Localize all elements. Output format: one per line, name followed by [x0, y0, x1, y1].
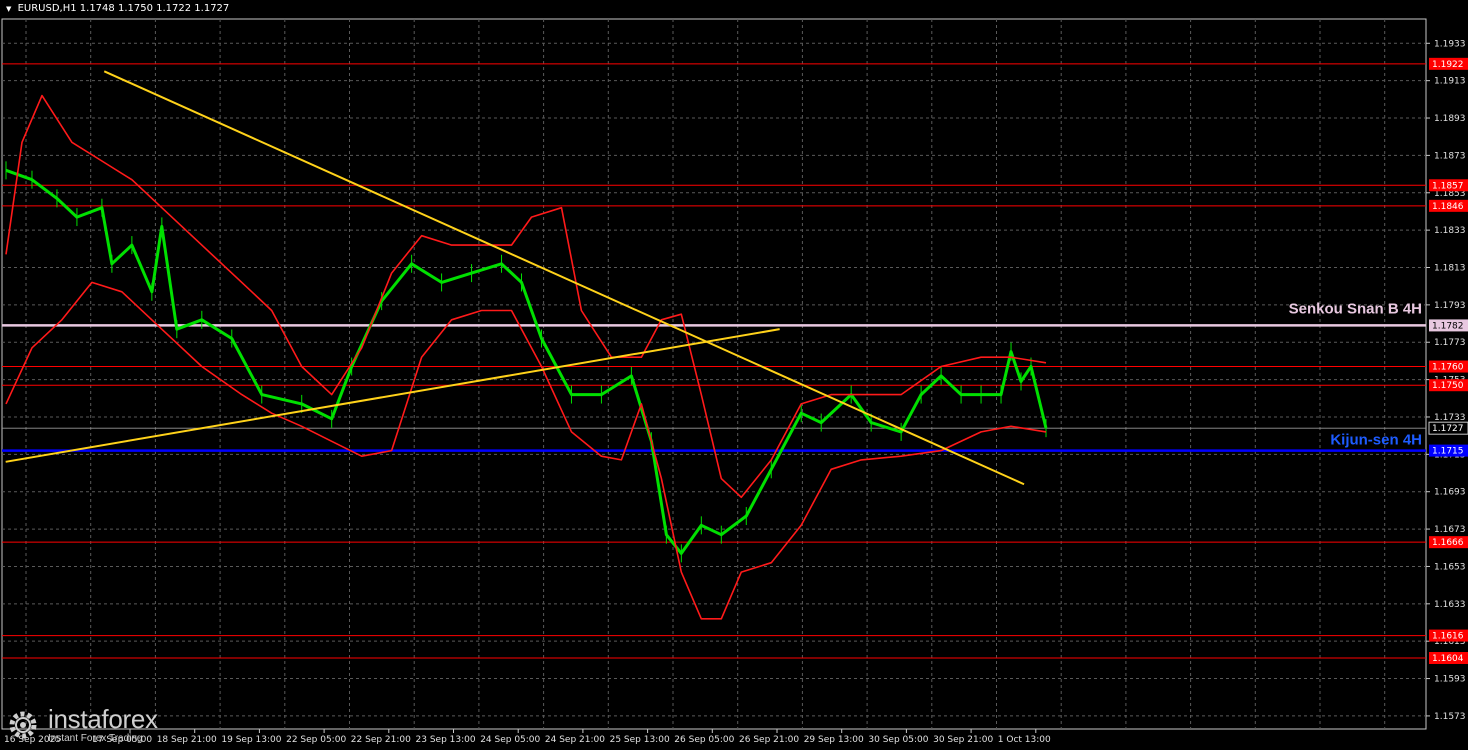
y-tick-label: 1.1733 [1434, 413, 1466, 423]
level-tag-label: 1.1616 [1432, 632, 1464, 642]
x-tick-label: 22 Sep 21:00 [351, 735, 411, 745]
x-tick-label: 22 Sep 05:00 [286, 735, 346, 745]
watermark-tagline: Instant Forex Trading [48, 733, 143, 744]
level-name: Senkou Snan B 4H [1289, 300, 1422, 317]
trendline [5, 328, 780, 463]
level-tag-label: 1.1782 [1432, 321, 1464, 331]
x-tick-label: 25 Sep 13:00 [610, 735, 670, 745]
y-tick-label: 1.1813 [1434, 264, 1466, 274]
y-tick-label: 1.1833 [1434, 226, 1466, 236]
x-tick-label: 26 Sep 05:00 [674, 735, 734, 745]
level-name: Kijun-sen 4H [1330, 432, 1422, 449]
gear-icon [9, 711, 37, 739]
horizontal-levels [2, 63, 1426, 659]
ohlc-values: 1.1748 1.1750 1.1722 1.1727 [79, 3, 230, 14]
price-chart[interactable]: 1.19331.19131.18931.18731.18531.18331.18… [0, 0, 1468, 750]
y-tick-label: 1.1673 [1434, 525, 1466, 535]
level-tag-label: 1.1922 [1432, 60, 1464, 70]
x-tick-label: 24 Sep 05:00 [480, 735, 540, 745]
y-tick-label: 1.1653 [1434, 562, 1466, 572]
level-tag-label: 1.1715 [1432, 447, 1464, 457]
y-tick-label: 1.1933 [1434, 39, 1466, 49]
level-tags: 1.1922 1.1857 1.1846 1.1782 Senkou Snan B 4H… [1289, 57, 1468, 664]
y-tick-label: 1.1633 [1434, 600, 1466, 610]
level-tag-label: 1.1604 [1432, 654, 1464, 664]
symbol-label: EURUSD,H1 [17, 3, 77, 14]
x-tick-label: 29 Sep 13:00 [804, 735, 864, 745]
x-tick-label: 30 Sep 05:00 [868, 735, 928, 745]
level-tag-label: 1.1666 [1432, 538, 1464, 548]
y-tick-label: 1.1873 [1434, 151, 1466, 161]
y-tick-label: 1.1773 [1434, 338, 1466, 348]
level-tag-label: 1.1846 [1432, 202, 1464, 212]
x-tick-label: 24 Sep 21:00 [545, 735, 605, 745]
plot-frame [1, 18, 1427, 730]
x-tick-label: 19 Sep 13:00 [221, 735, 281, 745]
y-tick-label: 1.1693 [1434, 488, 1466, 498]
y-tick-label: 1.1893 [1434, 114, 1466, 124]
watermark: instaforex Instant Forex Trading [4, 704, 180, 746]
trendline [103, 70, 1025, 486]
indicator-lines [5, 94, 1048, 620]
x-tick-label: 23 Sep 13:00 [416, 735, 476, 745]
watermark-brand: instaforex [48, 704, 158, 734]
level-tag-label: 1.1760 [1432, 363, 1464, 373]
chart-header: ▼ EURUSD,H1 1.1748 1.1750 1.1722 1.1727 [6, 3, 229, 14]
x-tick-label: 30 Sep 21:00 [933, 735, 993, 745]
y-tick-label: 1.1913 [1434, 77, 1466, 87]
current-price-label: 1.1727 [1432, 424, 1464, 434]
y-tick-label: 1.1593 [1434, 675, 1466, 685]
x-tick-label: 26 Sep 21:00 [739, 735, 799, 745]
collapse-triangle-icon[interactable]: ▼ [6, 5, 11, 13]
level-tag-label: 1.1857 [1432, 181, 1464, 191]
level-tag-label: 1.1750 [1432, 381, 1464, 391]
y-tick-label: 1.1793 [1434, 301, 1466, 311]
y-tick-label: 1.1573 [1434, 712, 1466, 722]
grid [1, 18, 1427, 730]
x-tick-label: 1 Oct 13:00 [998, 735, 1051, 745]
